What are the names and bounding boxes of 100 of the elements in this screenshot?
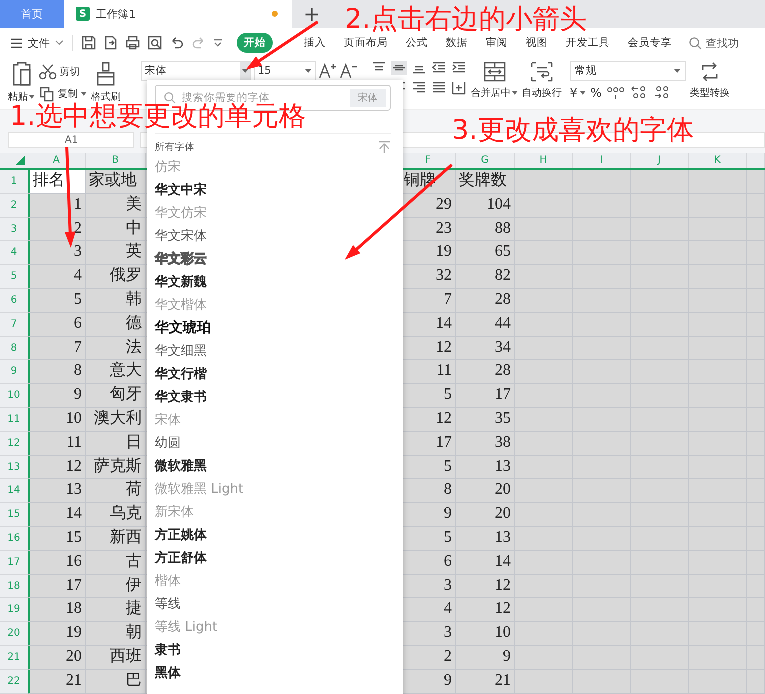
- font-option[interactable]: 华文楷体: [155, 294, 391, 317]
- font-option[interactable]: 微软雅黑 Light: [155, 478, 391, 501]
- table-cell: 104: [456, 194, 515, 218]
- font-option[interactable]: 华文宋体: [155, 225, 391, 248]
- row-header[interactable]: 13: [0, 456, 28, 480]
- function-search[interactable]: 查找功: [689, 36, 739, 50]
- ribbon-tab[interactable]: 插入: [297, 33, 333, 53]
- row-header[interactable]: 14: [0, 479, 28, 504]
- number-format-select[interactable]: 常规: [570, 61, 686, 81]
- row-header[interactable]: 11: [0, 408, 28, 432]
- column-header[interactable]: H: [515, 153, 573, 168]
- export-icon[interactable]: [103, 35, 119, 51]
- distributed-icon[interactable]: [451, 81, 467, 95]
- remove-decimal-icon[interactable]: [653, 86, 672, 100]
- table-cell: 5: [401, 456, 456, 480]
- row-header[interactable]: 8: [0, 336, 28, 360]
- ribbon-tab[interactable]: 数据: [439, 33, 475, 53]
- row-header[interactable]: 17: [0, 550, 28, 575]
- font-option[interactable]: 宋体: [155, 409, 391, 432]
- ribbon-tab[interactable]: 开始: [237, 33, 273, 53]
- column-header[interactable]: G: [456, 153, 515, 168]
- font-option[interactable]: 华文琥珀: [155, 317, 391, 340]
- increase-indent-icon[interactable]: [451, 61, 467, 75]
- row-header[interactable]: 22: [0, 670, 28, 694]
- paste-button[interactable]: 粘贴: [8, 61, 35, 104]
- font-option[interactable]: 华文新魏: [155, 271, 391, 294]
- table-cell: [747, 170, 765, 194]
- column-header[interactable]: I: [573, 153, 631, 168]
- table-cell: 3: [28, 241, 86, 266]
- row-header[interactable]: 2: [0, 194, 28, 218]
- align-right-icon[interactable]: [411, 81, 427, 95]
- dropdown-caret-icon[interactable]: [213, 39, 223, 47]
- font-option[interactable]: 华文行楷: [155, 363, 391, 386]
- decrease-indent-icon[interactable]: [431, 61, 447, 75]
- row-header[interactable]: 15: [0, 503, 28, 527]
- font-option[interactable]: 隶书: [155, 639, 391, 662]
- add-decimal-icon[interactable]: [630, 86, 648, 100]
- ribbon-tab[interactable]: 视图: [519, 33, 555, 53]
- font-option[interactable]: 华文隶书: [155, 386, 391, 409]
- thousands-separator-icon[interactable]: [607, 86, 626, 100]
- ribbon-tab[interactable]: 公式: [399, 33, 435, 53]
- ribbon-tab[interactable]: 会员专享: [621, 33, 679, 53]
- row-header[interactable]: 1: [0, 170, 28, 194]
- font-option[interactable]: 华文中宋: [155, 179, 391, 202]
- table-cell: 巴: [86, 670, 146, 694]
- font-option[interactable]: 等线: [155, 593, 391, 616]
- home-tab[interactable]: 首页: [0, 0, 64, 28]
- wrap-text-button[interactable]: 自动换行: [522, 61, 562, 100]
- row-header[interactable]: 7: [0, 312, 28, 337]
- ribbon-tab[interactable]: 页面布局: [337, 33, 395, 53]
- percent-button[interactable]: %: [590, 86, 602, 100]
- new-tab-button[interactable]: +: [292, 0, 332, 28]
- row-header[interactable]: 6: [0, 288, 28, 313]
- decrease-font-icon[interactable]: [340, 63, 358, 79]
- font-option[interactable]: 方正舒体: [155, 547, 391, 570]
- column-header[interactable]: J: [631, 153, 689, 168]
- row-header[interactable]: 10: [0, 384, 28, 408]
- row-header[interactable]: 5: [0, 265, 28, 289]
- merge-center-button[interactable]: 合并居中: [471, 61, 518, 100]
- type-convert-button[interactable]: 类型转换: [690, 61, 730, 100]
- copy-button[interactable]: 复制: [39, 86, 87, 102]
- format-painter-button[interactable]: 格式刷: [91, 61, 121, 104]
- font-option[interactable]: 华文彩云: [155, 248, 391, 271]
- font-option[interactable]: 华文仿宋: [155, 202, 391, 225]
- save-icon[interactable]: [81, 35, 97, 51]
- column-header[interactable]: K: [689, 153, 747, 168]
- name-box[interactable]: A1: [8, 132, 134, 148]
- row-header[interactable]: 16: [0, 526, 28, 551]
- font-option[interactable]: 楷体: [155, 570, 391, 593]
- align-middle-icon[interactable]: [391, 61, 407, 75]
- row-header[interactable]: 9: [0, 360, 28, 384]
- font-option[interactable]: 等线 Light: [155, 616, 391, 639]
- preview-icon[interactable]: [147, 35, 163, 51]
- file-menu[interactable]: 文件: [10, 36, 64, 50]
- table-cell: 16: [28, 550, 86, 575]
- currency-button[interactable]: ¥: [570, 86, 586, 100]
- table-cell: 澳大利: [86, 408, 146, 432]
- ribbon-tab[interactable]: 开发工具: [559, 33, 617, 53]
- workbook-tab[interactable]: S 工作簿1: [64, 0, 292, 28]
- font-option[interactable]: 微软雅黑: [155, 455, 391, 478]
- font-option[interactable]: 方正姚体: [155, 524, 391, 547]
- select-all-icon[interactable]: [16, 156, 25, 165]
- ribbon-tab[interactable]: 审阅: [479, 33, 515, 53]
- row-header[interactable]: 12: [0, 432, 28, 456]
- justify-icon[interactable]: [431, 81, 447, 95]
- row-header[interactable]: 21: [0, 646, 28, 670]
- font-option[interactable]: 幼圆: [155, 432, 391, 455]
- row-header[interactable]: 18: [0, 574, 28, 598]
- increase-font-icon[interactable]: [319, 63, 337, 79]
- font-option[interactable]: 新宋体: [155, 501, 391, 524]
- column-header[interactable]: B: [86, 153, 146, 168]
- print-icon[interactable]: [125, 35, 141, 51]
- font-option[interactable]: 华文细黑: [155, 340, 391, 363]
- font-option[interactable]: 仿宋: [155, 156, 391, 179]
- font-option[interactable]: 黑体: [155, 662, 391, 685]
- row-header[interactable]: 3: [0, 218, 28, 242]
- cut-button[interactable]: 剪切: [39, 64, 87, 80]
- row-header[interactable]: 19: [0, 598, 28, 622]
- row-header[interactable]: 20: [0, 622, 28, 646]
- row-header[interactable]: 4: [0, 241, 28, 266]
